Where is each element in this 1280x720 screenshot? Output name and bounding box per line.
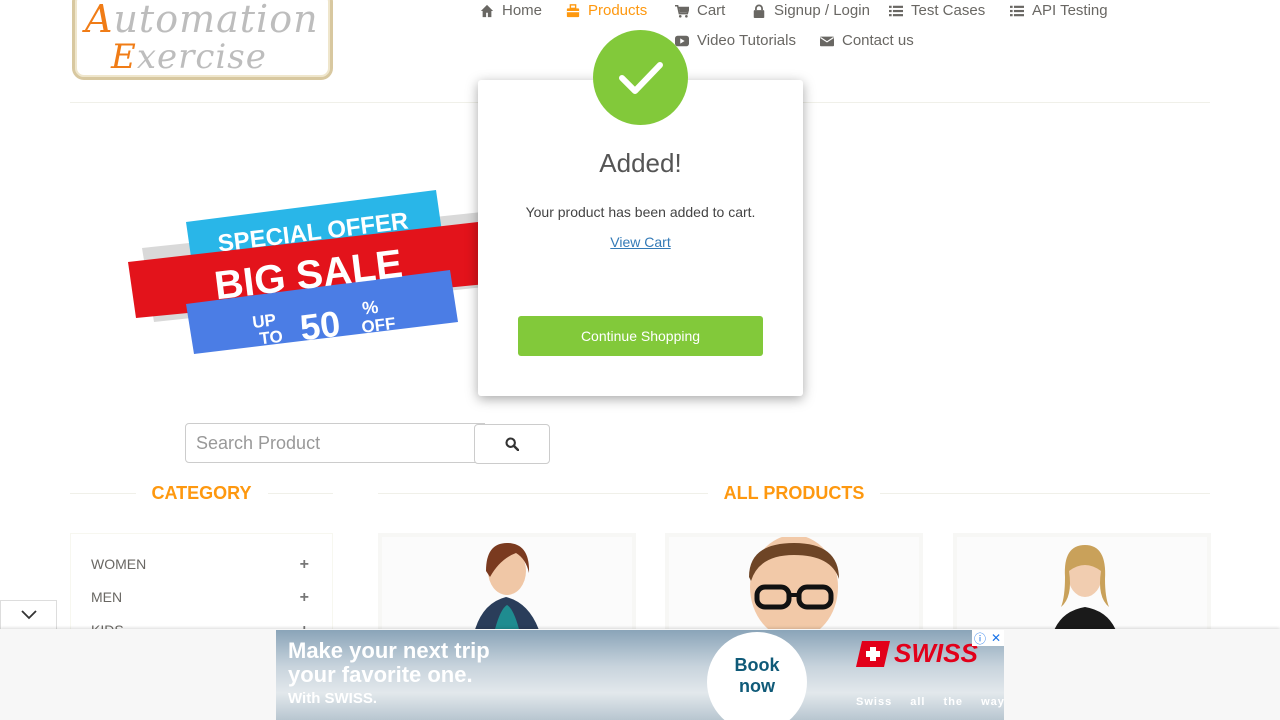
- modal-message: Your product has been added to cart.: [525, 204, 756, 220]
- success-badge: [593, 30, 688, 125]
- ad-close-icon[interactable]: ✕: [988, 630, 1004, 646]
- ad-headline-line2: your favorite one.: [288, 662, 473, 687]
- advertisement-banner[interactable]: Make your next trip your favorite one. W…: [276, 630, 1004, 720]
- view-cart-link[interactable]: View Cart: [478, 234, 803, 250]
- modal-title: Added!: [599, 148, 682, 178]
- ad-book-now-button[interactable]: Book now: [707, 632, 807, 720]
- ad-brand-logo: SWISS: [856, 638, 978, 669]
- ad-tagline: Swiss all the way: [856, 696, 1004, 708]
- ad-subline: With SWISS.: [288, 690, 378, 707]
- ad-brand-name: SWISS: [894, 638, 978, 668]
- swiss-flag-icon: [856, 640, 890, 667]
- ad-cta-line2: now: [739, 676, 775, 696]
- added-to-cart-modal: Added! Your product has been added to ca…: [478, 80, 803, 396]
- continue-shopping-button[interactable]: Continue Shopping: [518, 316, 763, 356]
- modal-overlay: Added! Your product has been added to ca…: [0, 0, 1280, 720]
- ad-controls: ⓘ ✕: [972, 630, 1004, 646]
- chevron-down-icon: [20, 610, 37, 620]
- checkmark-icon: [618, 61, 663, 94]
- ad-cta-line1: Book: [734, 655, 780, 675]
- ad-info-icon[interactable]: ⓘ: [972, 630, 988, 646]
- ad-collapse-toggle[interactable]: [0, 600, 57, 629]
- ad-headline-line1: Make your next trip: [288, 638, 490, 663]
